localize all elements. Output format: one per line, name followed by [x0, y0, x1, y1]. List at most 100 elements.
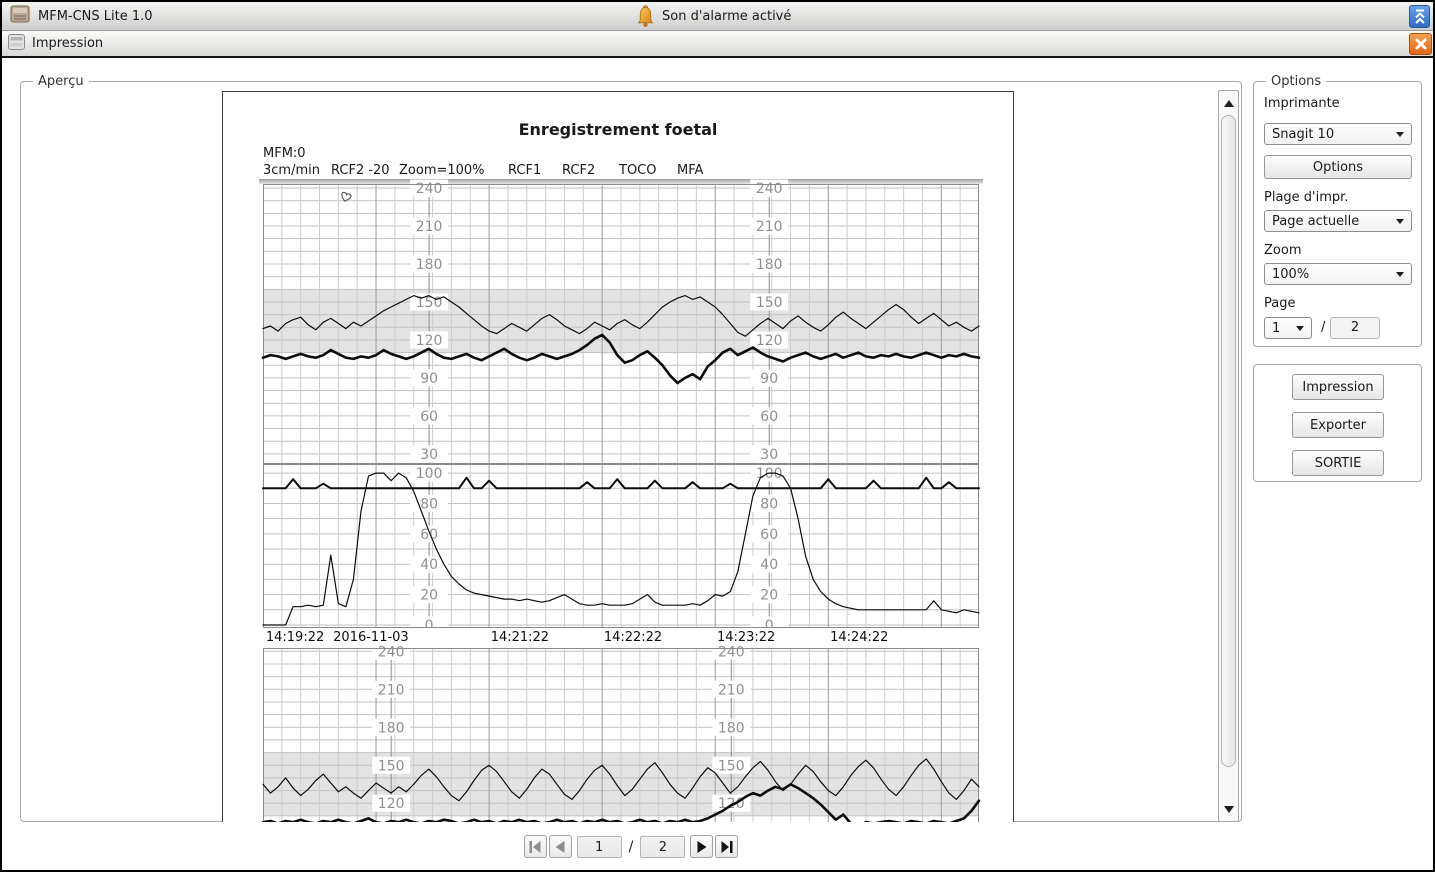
svg-text:90: 90 [420, 371, 438, 387]
printer-label: Imprimante [1264, 96, 1340, 111]
exit-button[interactable]: SORTIE [1292, 450, 1384, 476]
page-divider: / [629, 839, 634, 855]
zoom-select-value: 100% [1272, 267, 1309, 282]
svg-text:40: 40 [420, 557, 438, 573]
double-chevron-up-icon [1413, 8, 1427, 25]
skip-last-icon [719, 840, 735, 854]
time-label: 14:22:22 [604, 630, 662, 645]
first-page-button[interactable] [524, 835, 547, 858]
report-zoom-label: Zoom=100% [399, 163, 485, 178]
scrollbar-thumb[interactable] [1221, 115, 1236, 767]
page-select-value: 1 [1272, 321, 1280, 336]
alarm-status: Son d'alarme activé [636, 2, 791, 31]
dialog-window-icon [8, 34, 25, 54]
svg-text:240: 240 [718, 644, 745, 660]
time-label: 14:24:22 [830, 630, 888, 645]
fhr-chart-page1: 3030606090901201201501501801802102102402… [263, 184, 979, 464]
svg-text:60: 60 [420, 527, 438, 543]
svg-text:80: 80 [420, 496, 438, 512]
svg-text:180: 180 [718, 720, 745, 736]
svg-text:150: 150 [378, 758, 405, 774]
page-total-field[interactable]: 2 [1330, 317, 1380, 339]
page-navigator: 1 / 2 [20, 835, 1242, 858]
page-row: 1 / 2 [1264, 317, 1414, 339]
close-button[interactable] [1409, 33, 1432, 55]
svg-text:210: 210 [756, 219, 783, 235]
close-icon [1414, 37, 1428, 51]
print-range-select[interactable]: Page actuelle [1264, 210, 1412, 232]
preview-page: Enregistrement foetal MFM:0 3cm/min RCF2… [222, 91, 1014, 822]
svg-text:20: 20 [420, 588, 438, 604]
collapse-window-button[interactable] [1409, 5, 1430, 28]
triangle-down-icon [1224, 806, 1234, 813]
chevron-down-icon [1296, 326, 1304, 331]
triangle-up-icon [1224, 100, 1234, 107]
zoom-select[interactable]: 100% [1264, 263, 1412, 285]
svg-text:30: 30 [420, 447, 438, 463]
export-button[interactable]: Exporter [1292, 412, 1384, 438]
svg-text:180: 180 [416, 257, 443, 273]
paper-speed-label: 3cm/min [263, 163, 320, 178]
time-label: 2016-11-03 [333, 630, 409, 645]
print-button[interactable]: Impression [1292, 374, 1384, 400]
svg-text:180: 180 [378, 720, 405, 736]
dialog-titlebar: Impression [2, 31, 1433, 58]
time-label: 14:23:22 [717, 630, 775, 645]
svg-text:180: 180 [756, 257, 783, 273]
time-axis-row: 14:19:222016-11-0314:21:2214:22:2214:23:… [263, 628, 979, 648]
alarm-bell-icon [636, 5, 655, 28]
svg-text:210: 210 [718, 682, 745, 698]
next-icon [694, 840, 710, 854]
zoom-label: Zoom [1264, 243, 1301, 258]
options-group: Options Imprimante Snagit 10 Options Pla… [1253, 81, 1422, 347]
svg-text:150: 150 [718, 758, 745, 774]
svg-text:120: 120 [378, 796, 405, 812]
svg-text:20: 20 [760, 588, 778, 604]
page-select[interactable]: 1 [1264, 317, 1312, 339]
preview-group-label: Aperçu [33, 74, 89, 89]
app-window: MFM-CNS Lite 1.0 Son d'alarme activé [0, 0, 1435, 872]
preview-scrollbar [1218, 90, 1239, 822]
svg-text:40: 40 [760, 557, 778, 573]
alarm-status-text: Son d'alarme activé [662, 9, 791, 24]
current-page-field[interactable]: 1 [577, 836, 622, 858]
skip-first-icon [527, 840, 543, 854]
svg-text:210: 210 [378, 682, 405, 698]
main-panel: Aperçu Enregistrement foetal MFM:0 3cm/m… [2, 58, 1433, 870]
options-group-label: Options [1266, 74, 1326, 89]
print-range-label: Plage d'impr. [1264, 190, 1348, 205]
last-page-button[interactable] [715, 835, 738, 858]
svg-text:60: 60 [760, 527, 778, 543]
printer-options-button[interactable]: Options [1264, 155, 1412, 179]
previous-icon [552, 840, 568, 854]
total-pages-field[interactable]: 2 [640, 836, 685, 858]
printer-select[interactable]: Snagit 10 [1264, 123, 1412, 145]
svg-text:150: 150 [756, 295, 783, 311]
rcf2-offset-label: RCF2 -20 [331, 163, 390, 178]
previous-page-button[interactable] [549, 835, 572, 858]
scrollbar-up-button[interactable] [1219, 93, 1238, 113]
svg-text:80: 80 [760, 496, 778, 512]
chevron-down-icon [1396, 219, 1404, 224]
page-separator: / [1321, 320, 1325, 335]
fhr-chart-page2: 3030606090901201201501501801802102102402… [263, 648, 979, 822]
app-icon [10, 4, 30, 28]
svg-text:240: 240 [378, 644, 405, 660]
printer-select-value: Snagit 10 [1272, 127, 1334, 142]
svg-text:240: 240 [756, 181, 783, 197]
next-page-button[interactable] [690, 835, 713, 858]
print-range-select-value: Page actuelle [1272, 214, 1359, 229]
app-title: MFM-CNS Lite 1.0 [38, 9, 153, 24]
svg-text:100: 100 [416, 466, 443, 482]
svg-text:60: 60 [420, 409, 438, 425]
page-label: Page [1264, 296, 1295, 311]
time-label: 14:19:22 [266, 630, 324, 645]
svg-text:120: 120 [416, 333, 443, 349]
svg-text:240: 240 [416, 181, 443, 197]
app-titlebar: MFM-CNS Lite 1.0 Son d'alarme activé [2, 2, 1433, 31]
scrollbar-down-button[interactable] [1219, 799, 1238, 819]
svg-text:90: 90 [760, 371, 778, 387]
svg-text:30: 30 [760, 447, 778, 463]
actions-group: Impression Exporter SORTIE [1253, 364, 1422, 482]
svg-text:120: 120 [756, 333, 783, 349]
